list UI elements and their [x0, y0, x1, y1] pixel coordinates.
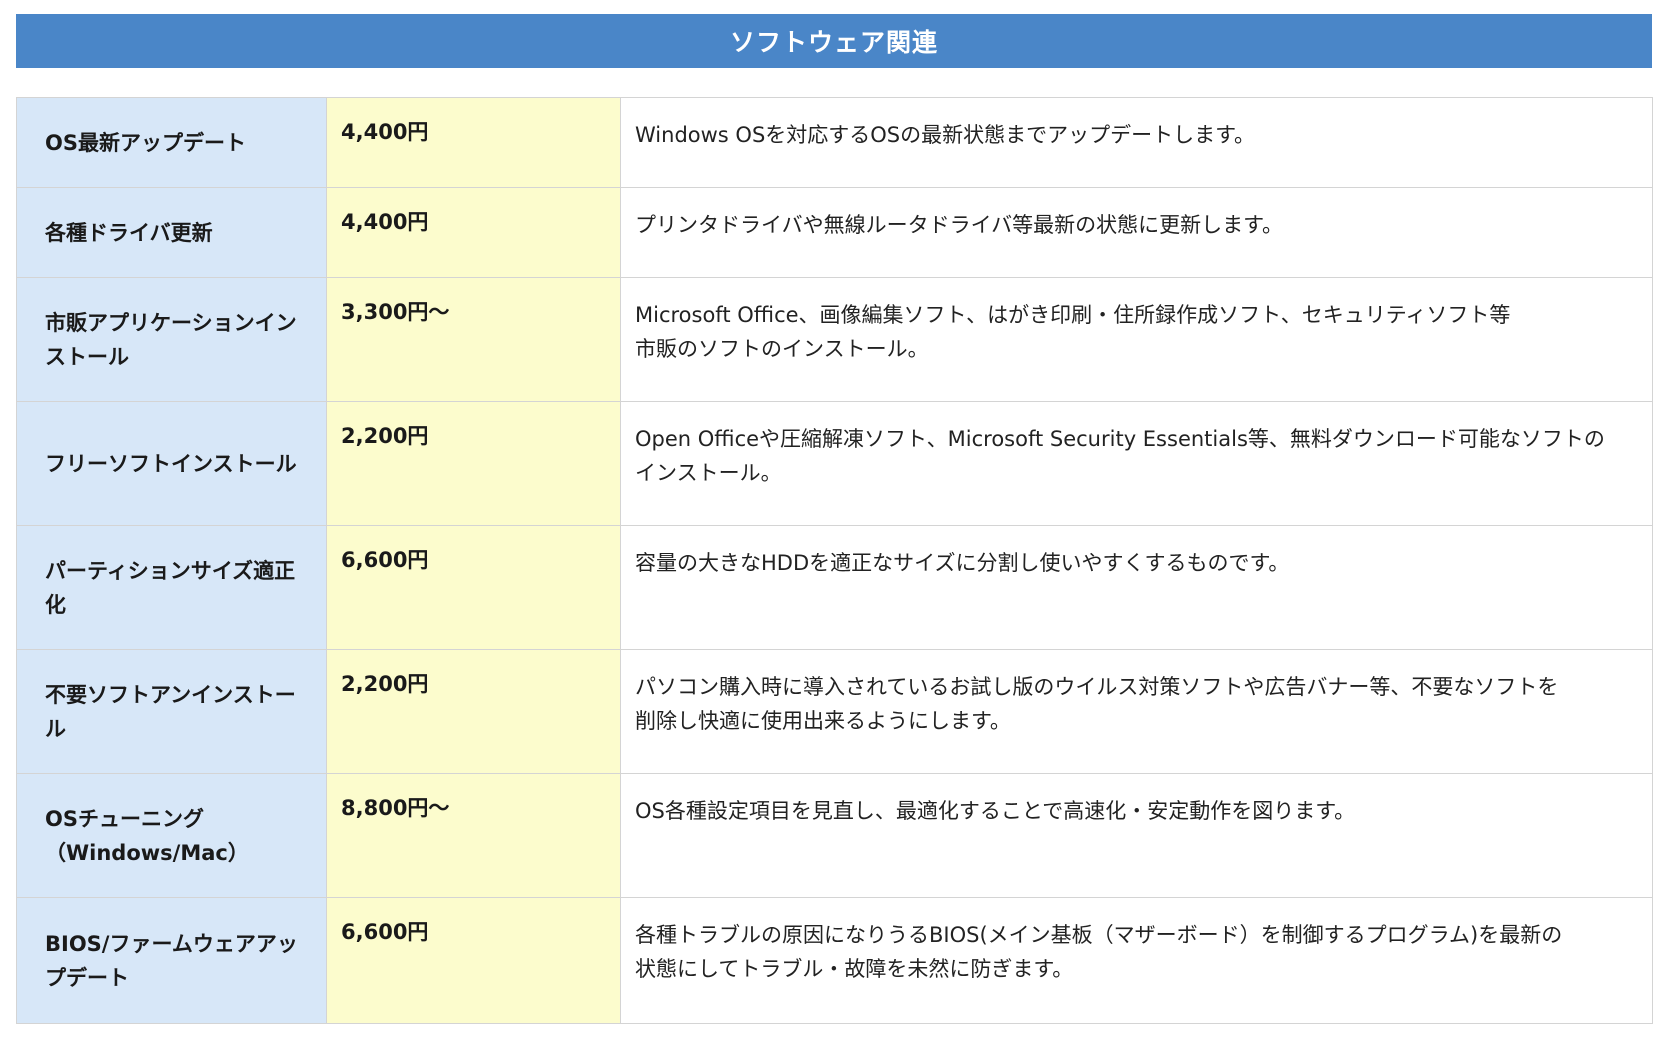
- description-line: 各種トラブルの原因になりうるBIOS(メイン基板（マザーボード）を制御するプログ…: [635, 923, 1563, 947]
- service-description: 容量の大きなHDDを適正なサイズに分割し使いやすくするものです。: [620, 525, 1653, 650]
- service-price: 3,300円〜: [326, 277, 621, 402]
- service-price: 6,600円: [326, 897, 621, 1024]
- service-description: Microsoft Office、画像編集ソフト、はがき印刷・住所録作成ソフト、…: [620, 277, 1653, 402]
- service-name: 不要ソフトアンインストール: [16, 649, 327, 774]
- service-price: 8,800円〜: [326, 773, 621, 898]
- service-description: プリンタドライバや無線ルータドライバ等最新の状態に更新します。: [620, 187, 1653, 278]
- service-description: Open Officeや圧縮解凍ソフト、Microsoft Security E…: [620, 401, 1653, 526]
- description-line: Windows OSを対応するOSの最新状態までアップデートします。: [635, 123, 1256, 147]
- service-description: パソコン購入時に導入されているお試し版のウイルス対策ソフトや広告バナー等、不要な…: [620, 649, 1653, 774]
- service-name: OS最新アップデート: [16, 97, 327, 188]
- service-price: 6,600円: [326, 525, 621, 650]
- service-name: パーティションサイズ適正化: [16, 525, 327, 650]
- description-line: Microsoft Office、画像編集ソフト、はがき印刷・住所録作成ソフト、…: [635, 303, 1511, 327]
- service-price: 4,400円: [326, 187, 621, 278]
- table-row: 市販アプリケーションインストール 3,300円〜 Microsoft Offic…: [16, 277, 1653, 402]
- service-name: 各種ドライバ更新: [16, 187, 327, 278]
- software-price-table: OS最新アップデート 4,400円 Windows OSを対応するOSの最新状態…: [16, 97, 1653, 1024]
- description-line: 市販のソフトのインストール。: [635, 337, 929, 361]
- description-line: OS各種設定項目を見直し、最適化することで高速化・安定動作を図ります。: [635, 799, 1356, 823]
- description-line: プリンタドライバや無線ルータドライバ等最新の状態に更新します。: [635, 213, 1284, 237]
- table-row: BIOS/ファームウェアアップデート 6,600円 各種トラブルの原因になりうる…: [16, 897, 1653, 1024]
- service-price: 4,400円: [326, 97, 621, 188]
- description-line: 削除し快適に使用出来るようにします。: [635, 709, 1011, 733]
- description-line: 容量の大きなHDDを適正なサイズに分割し使いやすくするものです。: [635, 551, 1290, 575]
- table-row: OS最新アップデート 4,400円 Windows OSを対応するOSの最新状態…: [16, 97, 1653, 188]
- description-line: インストール。: [635, 461, 782, 485]
- description-line: 状態にしてトラブル・故障を未然に防ぎます。: [635, 957, 1074, 981]
- service-description: OS各種設定項目を見直し、最適化することで高速化・安定動作を図ります。: [620, 773, 1653, 898]
- table-row: OSチューニング（Windows/Mac） 8,800円〜 OS各種設定項目を見…: [16, 773, 1653, 898]
- service-description: Windows OSを対応するOSの最新状態までアップデートします。: [620, 97, 1653, 188]
- table-row: パーティションサイズ適正化 6,600円 容量の大きなHDDを適正なサイズに分割…: [16, 525, 1653, 650]
- section-title: ソフトウェア関連: [16, 14, 1652, 68]
- service-name: フリーソフトインストール: [16, 401, 327, 526]
- table-row: 各種ドライバ更新 4,400円 プリンタドライバや無線ルータドライバ等最新の状態…: [16, 187, 1653, 278]
- service-price: 2,200円: [326, 649, 621, 774]
- description-line: Open Officeや圧縮解凍ソフト、Microsoft Security E…: [635, 427, 1605, 451]
- table-row: フリーソフトインストール 2,200円 Open Officeや圧縮解凍ソフト、…: [16, 401, 1653, 526]
- service-name: OSチューニング（Windows/Mac）: [16, 773, 327, 898]
- service-price: 2,200円: [326, 401, 621, 526]
- description-line: パソコン購入時に導入されているお試し版のウイルス対策ソフトや広告バナー等、不要な…: [635, 675, 1559, 699]
- service-description: 各種トラブルの原因になりうるBIOS(メイン基板（マザーボード）を制御するプログ…: [620, 897, 1653, 1024]
- table-row: 不要ソフトアンインストール 2,200円 パソコン購入時に導入されているお試し版…: [16, 649, 1653, 774]
- service-name: 市販アプリケーションインストール: [16, 277, 327, 402]
- service-name: BIOS/ファームウェアアップデート: [16, 897, 327, 1024]
